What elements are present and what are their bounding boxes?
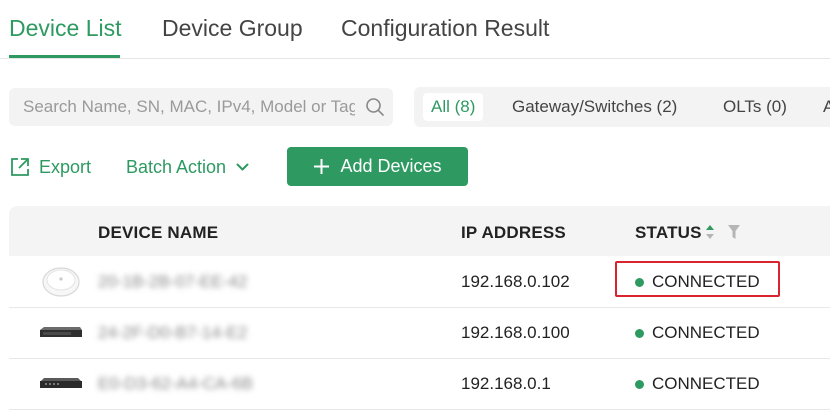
batch-action-dropdown[interactable]: Batch Action — [126, 155, 249, 179]
status-badge: CONNECTED — [635, 374, 760, 394]
switch-icon — [40, 327, 82, 337]
table-row[interactable]: E0-D3-62-A4-CA-6B 192.168.0.1 CONNECTED — [9, 359, 830, 410]
batch-action-label: Batch Action — [126, 156, 227, 177]
tab-device-group[interactable]: Device Group — [162, 15, 303, 42]
export-label: Export — [39, 156, 92, 177]
highlight-box — [615, 261, 780, 297]
device-type-filter: All (8) Gateway/Switches (2) OLTs (0) A — [414, 87, 830, 127]
column-ip-address: IP ADDRESS — [461, 223, 566, 242]
export-button[interactable]: Export — [9, 155, 91, 179]
tab-configuration-result[interactable]: Configuration Result — [341, 15, 549, 42]
status-dot — [635, 379, 644, 389]
add-devices-label: Add Devices — [340, 156, 442, 176]
status-dot — [635, 328, 644, 338]
table-row[interactable]: 20-1B-2B-07-EE-42 192.168.0.102 CONNECTE… — [9, 257, 830, 308]
device-ip: 192.168.0.1 — [461, 374, 551, 393]
table-row[interactable]: 24-2F-D0-B7-14-E2 192.168.0.100 CONNECTE… — [9, 308, 830, 359]
tab-bar: Device List Device Group Configuration R… — [0, 0, 830, 59]
device-ip: 192.168.0.102 — [461, 272, 570, 291]
status-label: CONNECTED — [652, 323, 760, 342]
filter-olts[interactable]: OLTs (0) — [723, 93, 787, 121]
device-name[interactable]: E0-D3-62-A4-CA-6B — [98, 374, 253, 394]
table-header: DEVICE NAME IP ADDRESS STATUS — [9, 206, 830, 256]
sort-icon[interactable] — [704, 223, 716, 241]
active-tab-indicator — [9, 55, 120, 58]
access-point-icon — [42, 267, 80, 297]
status-badge: CONNECTED — [635, 323, 760, 343]
status-label: CONNECTED — [652, 374, 760, 393]
search-box — [9, 88, 393, 126]
column-device-name: DEVICE NAME — [98, 223, 219, 242]
filter-gateway-switches[interactable]: Gateway/Switches (2) — [512, 93, 677, 121]
search-input[interactable] — [23, 88, 355, 126]
add-devices-button[interactable]: Add Devices — [287, 147, 468, 186]
device-table: DEVICE NAME IP ADDRESS STATUS 20-1B-2B-0… — [9, 206, 830, 412]
device-name[interactable]: 24-2F-D0-B7-14-E2 — [98, 323, 247, 343]
tab-device-list[interactable]: Device List — [9, 15, 121, 42]
export-icon — [11, 158, 29, 176]
device-name[interactable]: 20-1B-2B-07-EE-42 — [98, 272, 247, 292]
router-icon — [40, 378, 82, 388]
filter-more[interactable]: A — [823, 93, 830, 121]
filter-all[interactable]: All (8) — [423, 93, 484, 121]
filter-icon[interactable] — [727, 224, 741, 240]
plus-icon — [314, 159, 330, 174]
column-status[interactable]: STATUS — [635, 223, 702, 243]
device-ip: 192.168.0.100 — [461, 323, 570, 342]
chevron-down-icon — [236, 163, 249, 170]
search-icon[interactable] — [365, 97, 385, 117]
